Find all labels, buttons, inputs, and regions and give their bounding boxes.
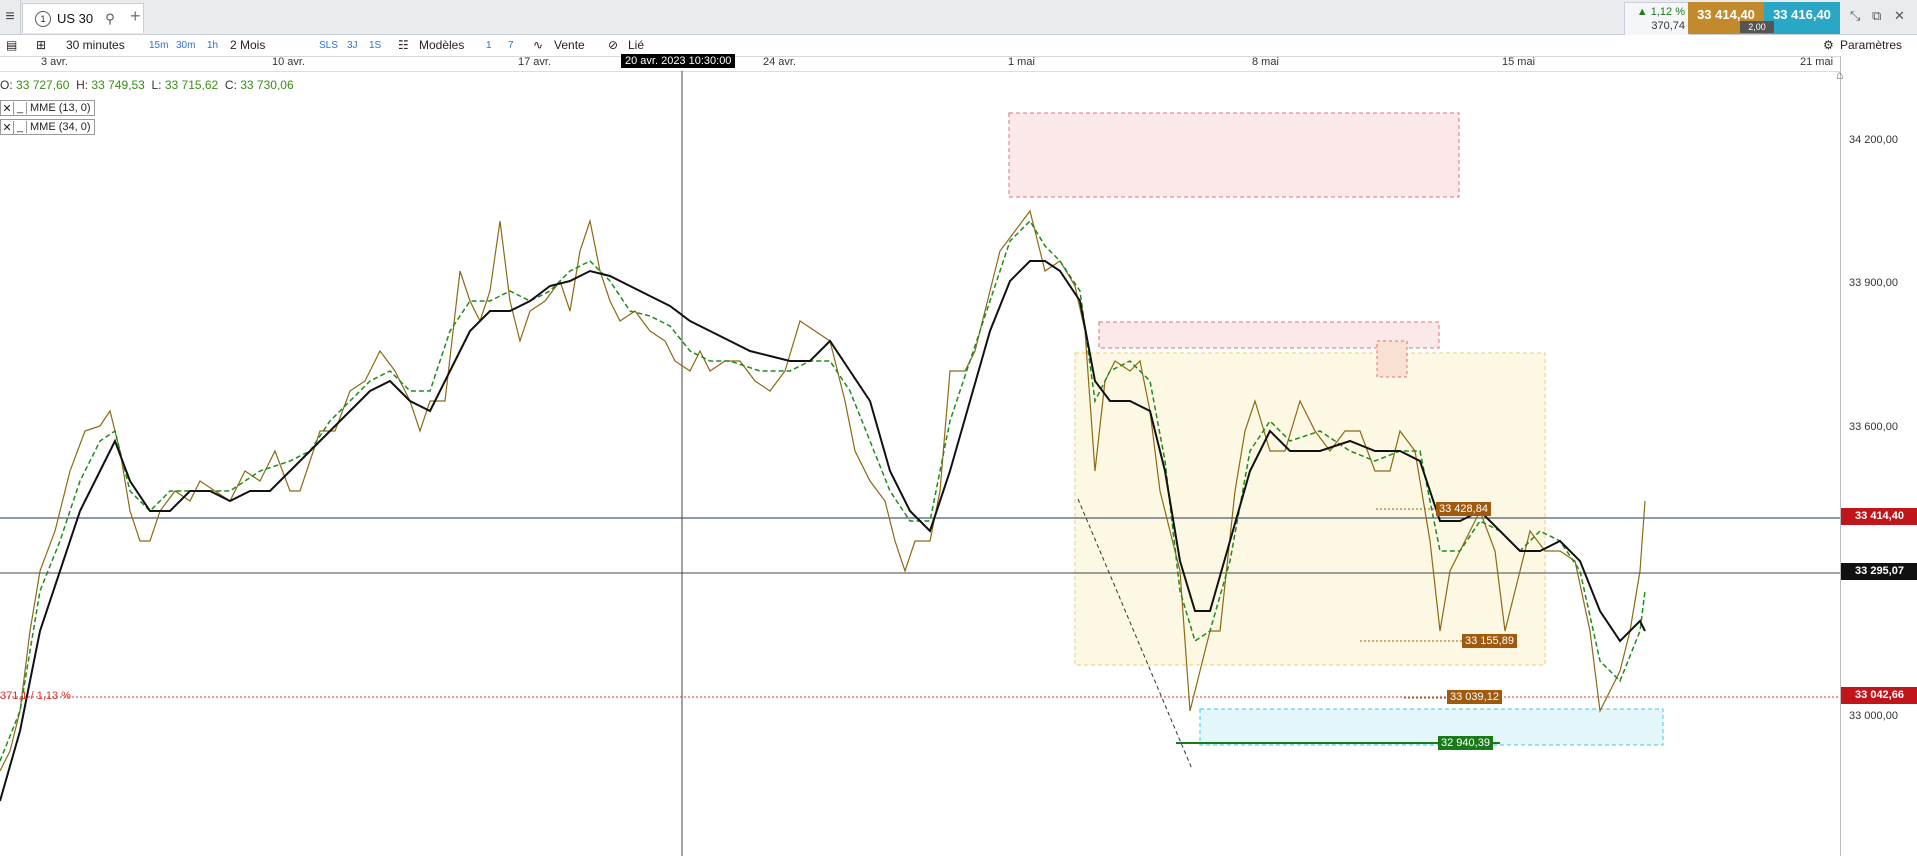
count-1[interactable]: 1 <box>486 35 492 56</box>
indicator-ema-34[interactable]: ✕ _ MME (34, 0) <box>0 119 95 135</box>
interval-1h[interactable]: 1h <box>207 35 218 56</box>
gear-icon[interactable]: ⚙ <box>1823 35 1834 56</box>
indicator-style-icon[interactable]: _ <box>14 102 27 114</box>
crosshair-date-label: 20 avr. 2023 10:30:00 <box>621 54 736 68</box>
date-label: 3 avr. <box>41 56 68 68</box>
low-label: L: <box>151 78 162 92</box>
reference-percent-label: 371,1 / 1,13 % <box>0 690 71 702</box>
ohlc-readout: O: 33 727,60 H: 33 749,53 L: 33 715,62 C… <box>0 78 294 92</box>
small-zone[interactable] <box>1376 340 1408 378</box>
support-tag: 32 940,39 <box>1438 736 1493 750</box>
period-select[interactable]: 2 Mois <box>230 35 265 56</box>
date-label: 10 avr. <box>272 56 306 68</box>
date-axis: 3 avr. 10 avr. 17 avr. 24 avr. 1 mai 8 m… <box>0 56 1840 72</box>
spread-badge: 2,00 <box>1740 21 1774 33</box>
chart-type-icon[interactable]: ∿ <box>533 35 543 56</box>
change-points: 370,74 <box>1651 20 1685 32</box>
interval-15m[interactable]: 15m <box>149 35 168 56</box>
interval-30m[interactable]: 30m <box>176 35 195 56</box>
hamburger-icon[interactable]: ≡ <box>0 0 21 34</box>
date-label: 1 mai <box>1008 56 1035 68</box>
models-button[interactable]: Modèles <box>419 35 464 56</box>
open-value: 33 727,60 <box>16 78 70 92</box>
settings-button[interactable]: Paramètres <box>1840 35 1902 56</box>
period-sls[interactable]: SLS <box>319 35 338 56</box>
low-value: 33 715,62 <box>164 78 219 92</box>
tab-bar: ≡ 1 US 30 ⚲ + ▲ 1,12 % 370,74 33 414,40 … <box>0 0 1917 38</box>
date-label: 17 avr. <box>518 56 552 68</box>
remove-indicator-icon[interactable]: ✕ <box>1 101 14 115</box>
tab-title: US 30 <box>57 11 94 26</box>
level-tag: 33 428,84 <box>1436 502 1491 516</box>
price-label: 34 200,00 <box>1849 134 1898 146</box>
change-percent: ▲ 1,12 % <box>1636 6 1685 18</box>
price-label: 33 600,00 <box>1849 421 1898 433</box>
sidebar-toggle-icon[interactable]: ▤ <box>6 35 17 56</box>
interval-select[interactable]: 30 minutes <box>66 35 125 56</box>
link-icon[interactable]: ⊘ <box>608 35 618 56</box>
high-label: H: <box>76 78 89 92</box>
buy-price-button[interactable]: 33 416,40 <box>1764 2 1840 34</box>
search-icon[interactable]: ⚲ <box>105 11 115 27</box>
price-chart[interactable] <box>0 71 1840 856</box>
close-icon[interactable]: ✕ <box>1894 8 1905 24</box>
period-1s[interactable]: 1S <box>369 35 381 56</box>
date-label: 24 avr. <box>763 56 797 68</box>
collapse-icon[interactable]: ⤡ <box>1850 8 1860 24</box>
current-price-badge: 33 414,40 <box>1841 508 1917 525</box>
date-label: 21 mai <box>1800 56 1834 68</box>
popout-icon[interactable]: ⧉ <box>1872 8 1881 24</box>
chart-toolbar: ▤ ⊞ 30 minutes 15m 30m 1h 2 Mois SLS 3J … <box>0 35 1917 57</box>
support-zone[interactable] <box>1199 708 1664 746</box>
price-axis[interactable]: ⌂ 34 200,00 33 900,00 33 600,00 33 000,0… <box>1836 56 1917 856</box>
anchor-icon[interactable]: ⌂ <box>1836 68 1843 82</box>
models-icon[interactable]: ☷ <box>398 35 409 56</box>
remove-indicator-icon[interactable]: ✕ <box>1 120 14 134</box>
date-label: 8 mai <box>1252 56 1279 68</box>
price-label: 33 000,00 <box>1849 710 1898 722</box>
lie-button[interactable]: Lié <box>628 35 644 56</box>
level-tag: 33 039,12 <box>1447 690 1502 704</box>
close-label: C: <box>224 78 237 92</box>
tab-us30[interactable]: 1 US 30 ⚲ <box>22 3 144 33</box>
add-tab-button[interactable]: + <box>130 6 141 27</box>
date-label: 15 mai <box>1502 56 1536 68</box>
crosshair-price-badge: 33 295,07 <box>1841 563 1917 580</box>
level-tag: 33 155,89 <box>1462 634 1517 648</box>
price-change-box: ▲ 1,12 % 370,74 <box>1624 2 1690 38</box>
open-label: O: <box>0 78 13 92</box>
layout-icon[interactable]: ⊞ <box>36 35 46 56</box>
reference-price-badge: 33 042,66 <box>1841 687 1917 704</box>
vente-button[interactable]: Vente <box>554 35 585 56</box>
price-label: 33 900,00 <box>1849 277 1898 289</box>
resistance-zone[interactable] <box>1008 112 1460 198</box>
indicator-name: MME (34, 0) <box>30 121 91 133</box>
indicator-style-icon[interactable]: _ <box>14 121 27 133</box>
period-3j[interactable]: 3J <box>347 35 358 56</box>
indicator-ema-13[interactable]: ✕ _ MME (13, 0) <box>0 100 95 116</box>
count-7[interactable]: 7 <box>508 35 514 56</box>
indicator-name: MME (13, 0) <box>30 102 91 114</box>
high-value: 33 749,53 <box>91 78 145 92</box>
close-value: 33 730,06 <box>240 78 294 92</box>
tab-number-badge: 1 <box>35 10 51 27</box>
